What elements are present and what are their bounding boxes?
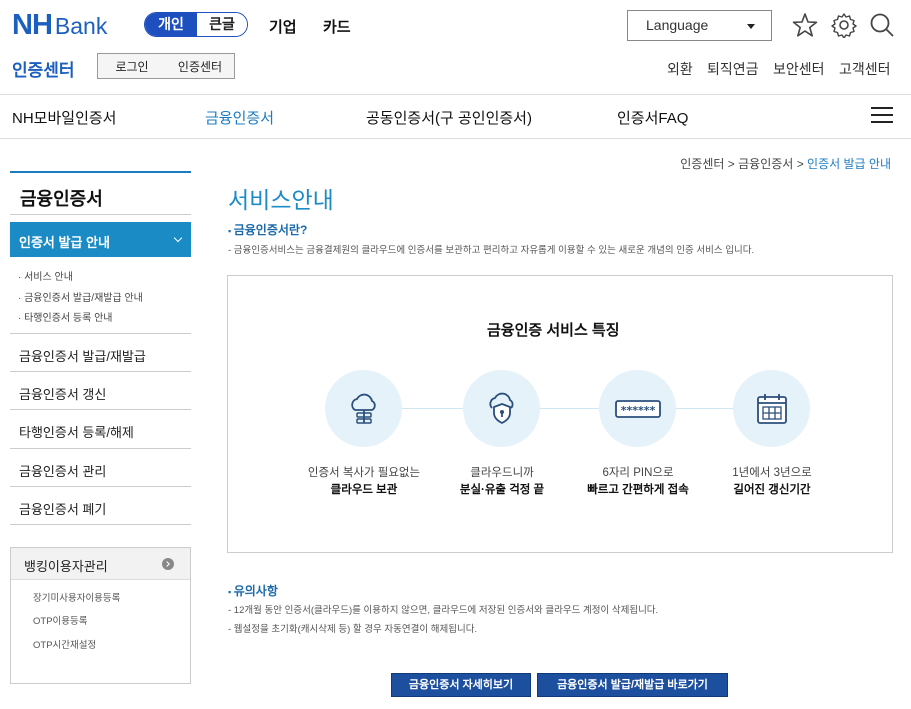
banking-user-header[interactable]: 뱅킹이용자관리 (11, 548, 190, 580)
sidebar-sub-other-bank[interactable]: · 타행인증서 등록 안내 (18, 309, 112, 324)
nav-card[interactable]: 카드 (323, 16, 351, 37)
banking-user-title: 뱅킹이용자관리 (24, 559, 108, 574)
breadcrumb-item[interactable]: 인증센터 (680, 157, 724, 171)
cert-center-link[interactable]: 인증센터 (166, 58, 234, 75)
features-connector (364, 408, 770, 409)
chevron-down-icon (747, 24, 755, 29)
sidebar-item-issue[interactable]: 금융인증서 발급/재발급 (10, 333, 191, 371)
features-title: 금융인증 서비스 특징 (487, 322, 620, 339)
page-title: 서비스안내 (228, 187, 334, 213)
sidebar-sub-issue-reissue[interactable]: · 금융인증서 발급/재발급 안내 (18, 289, 143, 304)
feature-headline: 길어진 갱신기간 (733, 484, 811, 496)
sidebar-item-issue-guide[interactable]: 인증서 발급 안내 (10, 222, 191, 257)
util-pension[interactable]: 퇴직연금 (707, 59, 759, 79)
note-item: - 12개월 동안 인증서(클라우드)를 이용하지 않으면, 클라우드에 저장된… (228, 605, 659, 616)
section-description: - 금융인증서비스는 금융결제원의 클라우드에 인증서를 보관하고 편리하고 자… (228, 245, 755, 256)
cloud-icon (350, 393, 376, 424)
feature-headline: 클라우드 보관 (330, 484, 398, 496)
personal-toggle: 개인 큰글 (144, 12, 248, 37)
feature-caption: 1년에서 3년으로 (732, 467, 812, 479)
logo-bank: Bank (54, 13, 108, 39)
note-item: - 웹설정을 초기화(캐시삭제 등) 할 경우 자동연결이 해제됩니다. (228, 624, 478, 635)
sidebar-item-manage[interactable]: 금융인증서 관리 (10, 448, 191, 486)
feature-circle: ****** (599, 370, 676, 447)
breadcrumb: 인증센터 > 금융인증서 > 인증서 발급 안내 (680, 155, 891, 172)
sidebar-sub-label: 금융인증서 발급/재발급 안내 (24, 293, 143, 304)
util-customer[interactable]: 고객센터 (839, 59, 891, 79)
sidebar-sub-service-guide[interactable]: · 서비스 안내 (18, 268, 73, 283)
login-link[interactable]: 로그인 (98, 58, 166, 75)
login-center-links: 로그인 인증센터 (97, 53, 235, 79)
sidebar-item-revoke[interactable]: 금융인증서 폐기 (10, 486, 191, 525)
util-security[interactable]: 보안센터 (773, 59, 825, 79)
feature-headline: 빠르고 간편하게 접속 (587, 484, 689, 496)
certificate-center-title[interactable]: 인증센터 (12, 56, 75, 81)
link-otp-register[interactable]: OTP이용등록 (33, 613, 88, 627)
pin-icon: ****** (614, 399, 661, 418)
shield-cloud-icon (488, 392, 513, 424)
feature-headline: 분실·유출 걱정 끝 (459, 484, 545, 496)
breadcrumb-current: 인증서 발급 안내 (807, 157, 891, 171)
sidebar-item-renew[interactable]: 금융인증서 갱신 (10, 371, 191, 409)
feature-caption: 클라우드니까 (470, 467, 534, 479)
language-label: Language (646, 17, 709, 33)
feature-caption: 인증서 복사가 필요없는 (307, 467, 421, 479)
nav-corporate[interactable]: 기업 (269, 16, 297, 37)
breadcrumb-separator: > (796, 157, 804, 171)
util-forex[interactable]: 외환 (667, 59, 693, 79)
view-details-button[interactable]: 금융인증서 자세히보기 (391, 673, 531, 697)
logo-nh: NH (12, 9, 53, 41)
tab-large-text[interactable]: 큰글 (197, 13, 247, 36)
pin-mask: ****** (620, 404, 655, 417)
chevron-down-icon (173, 233, 183, 243)
link-dormant-register[interactable]: 장기미사용자이용등록 (33, 590, 120, 604)
search-icon[interactable] (869, 12, 895, 38)
sidebar-sub-label: 타행인증서 등록 안내 (24, 313, 113, 324)
link-otp-time-reset[interactable]: OTP시간재설정 (33, 637, 96, 651)
main-nav-joint-cert[interactable]: 공동인증서(구 공인인증서) (366, 107, 532, 128)
feature-circle (325, 370, 402, 447)
calendar-icon (756, 393, 787, 424)
tab-personal[interactable]: 개인 (145, 13, 197, 36)
nh-bank-logo[interactable]: NH Bank (12, 9, 107, 43)
sidebar-title: 금융인증서 (10, 171, 191, 215)
gear-icon[interactable] (831, 12, 857, 38)
section-heading-notes: 유의사항 (228, 582, 278, 599)
section-heading: 금융인증서란? (228, 221, 308, 238)
main-nav-cert-faq[interactable]: 인증서FAQ (617, 107, 688, 128)
feature-caption: 6자리 PIN으로 (602, 467, 674, 479)
issue-shortcut-button[interactable]: 금융인증서 발급/재발급 바로가기 (537, 673, 728, 697)
main-nav-mobile-cert[interactable]: NH모바일인증서 (12, 107, 116, 128)
sidebar-sub-label: 서비스 안내 (24, 272, 73, 283)
feature-circle (733, 370, 810, 447)
feature-circle (463, 370, 540, 447)
sidebar-item-other-bank[interactable]: 타행인증서 등록/해제 (10, 409, 191, 447)
main-nav-financial-cert[interactable]: 금융인증서 (205, 107, 274, 128)
arrow-right-icon (162, 558, 174, 570)
hamburger-menu-icon[interactable] (871, 107, 893, 123)
star-icon[interactable] (792, 12, 818, 38)
breadcrumb-separator: > (727, 157, 735, 171)
sidebar-item-label: 인증서 발급 안내 (19, 235, 110, 250)
language-select[interactable]: Language (627, 10, 772, 41)
breadcrumb-item[interactable]: 금융인증서 (738, 157, 793, 171)
